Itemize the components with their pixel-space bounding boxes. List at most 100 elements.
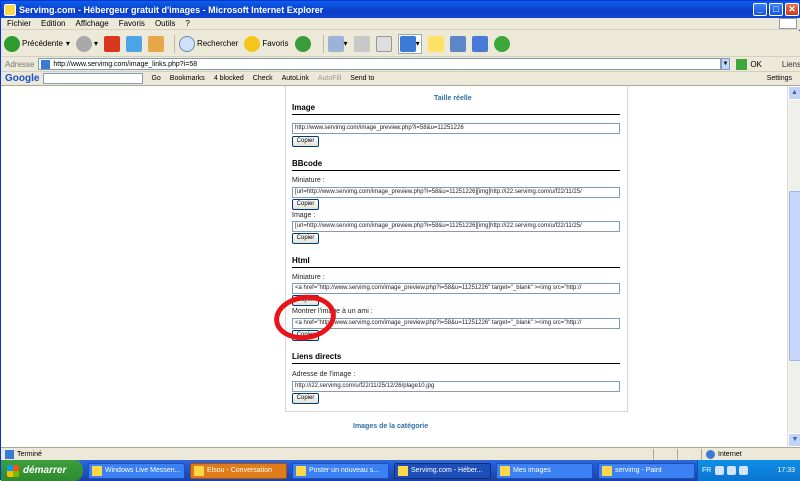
address-input[interactable]: http://www.servimg.com/image_links.php?i…: [38, 58, 721, 70]
forward-button[interactable]: ▾: [75, 35, 98, 52]
maximize-button[interactable]: □: [769, 3, 783, 16]
search-button[interactable]: Rechercher: [178, 35, 238, 52]
start-label: démarrer: [23, 465, 67, 476]
popup-blocked-button[interactable]: 4 blocked: [214, 75, 244, 82]
menu-affichage[interactable]: Affichage: [75, 19, 108, 28]
vertical-scrollbar[interactable]: ▲ ▼: [787, 86, 800, 447]
bbcode-miniature-field[interactable]: [url=http://www.servimg.com/image_previe…: [292, 187, 620, 198]
printer-icon: [353, 35, 370, 52]
system-tray: FR 17:33: [697, 460, 800, 481]
html-friend-field[interactable]: <a href="http://www.servimg.com/image_pr…: [292, 318, 620, 329]
stop-button[interactable]: [103, 35, 120, 52]
messenger-button[interactable]: ▾: [397, 33, 422, 54]
start-button[interactable]: démarrer: [1, 460, 83, 481]
page-done-icon: [5, 449, 14, 459]
mail-dropdown-icon[interactable]: ▾: [344, 39, 348, 48]
page-content: Taille réelle Image http://www.servimg.c…: [1, 86, 787, 447]
security-zone[interactable]: Internet: [701, 448, 800, 460]
research-button[interactable]: [471, 35, 488, 52]
folder-icon: [500, 465, 510, 476]
taskbar-item-mes-images[interactable]: Mes images: [496, 462, 593, 479]
mail-button[interactable]: ▾: [327, 35, 348, 52]
google-bookmarks-button[interactable]: Bookmarks: [170, 75, 205, 82]
close-button[interactable]: ✕: [785, 3, 799, 16]
direct-links-section-title: Liens directs: [292, 352, 620, 364]
copy-bbcode-miniature-button[interactable]: Copier: [292, 199, 319, 210]
bbcode-miniature-label: Miniature :: [292, 177, 325, 184]
favorites-button[interactable]: Favoris: [244, 35, 289, 52]
browser-window: Servimg.com - Hébergeur gratuit d'images…: [0, 0, 800, 481]
edit-button[interactable]: [375, 35, 392, 52]
scroll-down-icon[interactable]: ▼: [788, 433, 800, 447]
copy-bbcode-image-button[interactable]: Copier: [292, 233, 319, 244]
tray-icon[interactable]: [727, 466, 737, 475]
taskbar-item-label: Elsou - Conversation: [207, 467, 272, 474]
go-button[interactable]: OK: [736, 58, 762, 70]
status-bar: Terminé Internet: [1, 447, 800, 460]
folder-icon: [427, 35, 444, 52]
taskbar-item-paint[interactable]: servimg - Paint: [598, 462, 695, 479]
menu-outils[interactable]: Outils: [155, 19, 175, 28]
minimize-button[interactable]: _: [753, 3, 767, 16]
media-button[interactable]: [449, 35, 466, 52]
messenger-dropdown-icon[interactable]: ▾: [416, 39, 420, 48]
home-button[interactable]: [147, 35, 164, 52]
zone-label: Internet: [718, 450, 742, 458]
scroll-up-icon[interactable]: ▲: [788, 86, 800, 100]
back-button[interactable]: Précédente ▾: [4, 35, 70, 52]
html-miniature-field[interactable]: <a href="http://www.servimg.com/image_pr…: [292, 283, 620, 294]
image-address-field[interactable]: http://i22.servimg.com/u/f22/11/25/12/26…: [292, 381, 620, 392]
toolbar-separator: [173, 34, 175, 53]
menu-edition[interactable]: Edition: [41, 19, 65, 28]
refresh-button[interactable]: [125, 35, 142, 52]
folder-button[interactable]: [427, 35, 444, 52]
spell-check-button[interactable]: Check: [253, 75, 273, 82]
star-icon: [244, 35, 261, 52]
messenger-icon: [92, 465, 102, 476]
image-url-field[interactable]: http://www.servimg.com/image_preview.php…: [292, 123, 620, 134]
clock[interactable]: 17:33: [777, 467, 795, 474]
image-section-title: Image: [292, 103, 620, 115]
copy-image-address-button[interactable]: Copier: [292, 393, 319, 404]
google-logo[interactable]: Google: [5, 73, 39, 84]
bbcode-image-field[interactable]: [url=http://www.servimg.com/image_previe…: [292, 221, 620, 232]
tray-icon[interactable]: [739, 466, 749, 475]
address-dropdown-icon[interactable]: ▼: [720, 58, 731, 70]
stop-icon: [103, 35, 120, 52]
copy-image-url-button[interactable]: Copier: [292, 136, 319, 147]
title-bar[interactable]: Servimg.com - Hébergeur gratuit d'images…: [1, 1, 800, 18]
home-icon: [147, 35, 164, 52]
google-search-input[interactable]: [43, 73, 144, 84]
links-button[interactable]: Liens: [782, 60, 800, 69]
autolink-button[interactable]: AutoLink: [282, 75, 309, 82]
category-images-link[interactable]: Images de la catégorie: [353, 423, 428, 430]
history-button[interactable]: [294, 35, 313, 52]
msn-button[interactable]: [493, 35, 510, 52]
full-size-link[interactable]: Taille réelle: [434, 95, 472, 102]
edit-icon: [375, 35, 392, 52]
back-dropdown-icon[interactable]: ▾: [66, 39, 70, 48]
taskbar-item-servimg[interactable]: Servimg.com - Héber...: [394, 462, 491, 479]
media-icon: [449, 35, 466, 52]
autofill-button[interactable]: AutoFill: [318, 75, 341, 82]
scroll-thumb[interactable]: [789, 191, 800, 361]
tray-icon[interactable]: [715, 466, 725, 475]
search-icon: [178, 35, 195, 52]
settings-button[interactable]: Settings: [767, 75, 792, 82]
taskbar-item-messenger[interactable]: Windows Live Messen...: [88, 462, 185, 479]
taskbar-item-conversation[interactable]: Elsou - Conversation: [190, 462, 287, 479]
menu-help[interactable]: ?: [185, 19, 189, 28]
menu-favoris[interactable]: Favoris: [119, 19, 145, 28]
print-button[interactable]: [353, 35, 370, 52]
menu-fichier[interactable]: Fichier: [7, 19, 31, 28]
history-icon: [294, 35, 311, 52]
google-go-button[interactable]: Go: [151, 75, 160, 82]
status-text: Terminé: [17, 450, 42, 458]
forward-dropdown-icon[interactable]: ▾: [94, 39, 98, 48]
taskbar-item-label: servimg - Paint: [615, 467, 662, 474]
forward-arrow-icon: [75, 35, 92, 52]
language-indicator[interactable]: FR: [702, 467, 711, 474]
ie-icon: [398, 465, 408, 476]
taskbar-item-poster[interactable]: Poster un nouveau s...: [292, 462, 389, 479]
send-to-button[interactable]: Send to: [350, 75, 374, 82]
